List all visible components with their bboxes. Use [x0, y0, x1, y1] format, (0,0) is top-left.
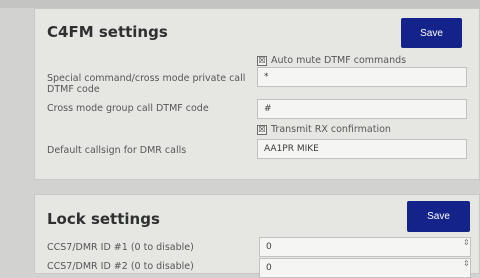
group-code-label: Cross mode group call DTMF code: [47, 103, 209, 114]
c4fm-save-button[interactable]: Save: [401, 18, 462, 48]
group-code-input[interactable]: [257, 99, 467, 119]
lock-row1-label: CCS7/DMR ID #1 (0 to disable): [47, 242, 194, 253]
lock-row1-input[interactable]: [259, 237, 471, 257]
c4fm-title: C4FM settings: [47, 23, 168, 41]
transmit-label: Transmit RX confirmation: [271, 124, 391, 135]
top-strip: [0, 0, 480, 8]
spin-arrows-icon[interactable]: ⇕: [463, 239, 470, 247]
c4fm-settings-panel: C4FM settings Save ☒ Auto mute DTMF comm…: [34, 8, 480, 180]
auto-mute-label: Auto mute DTMF commands: [271, 55, 407, 66]
lock-save-button[interactable]: Save: [407, 201, 470, 232]
auto-mute-checkbox[interactable]: ☒: [257, 55, 267, 66]
special-code-label: Special command/cross mode private call …: [47, 73, 246, 95]
spin-arrows-icon[interactable]: ⇕: [463, 260, 470, 268]
lock-row2-input[interactable]: [259, 258, 471, 278]
special-code-input[interactable]: [257, 67, 467, 87]
transmit-checkbox[interactable]: ☒: [257, 124, 267, 135]
lock-title: Lock settings: [47, 210, 160, 228]
transmit-row: ☒ Transmit RX confirmation: [257, 124, 391, 135]
auto-mute-row: ☒ Auto mute DTMF commands: [257, 55, 406, 66]
callsign-input[interactable]: [257, 139, 467, 159]
lock-settings-panel: Lock settings Save CCS7/DMR ID #1 (0 to …: [34, 194, 480, 278]
callsign-label: Default callsign for DMR calls: [47, 145, 187, 156]
lock-row2-label: CCS7/DMR ID #2 (0 to disable): [47, 261, 194, 272]
